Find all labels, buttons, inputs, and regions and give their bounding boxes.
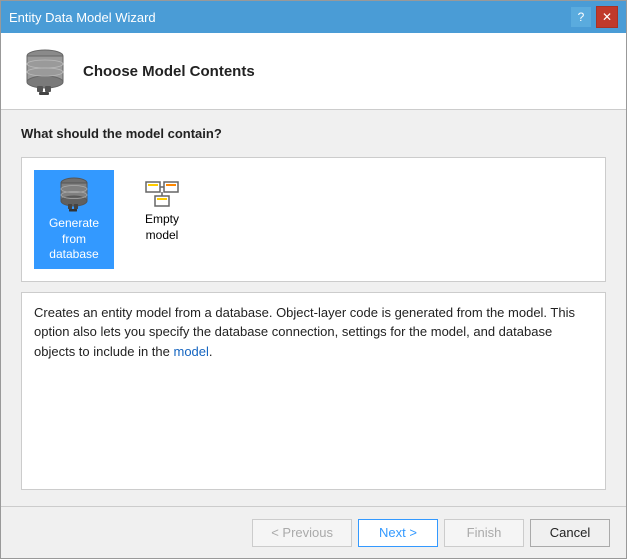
description-box: Creates an entity model from a database.…	[21, 292, 606, 490]
wizard-window: Entity Data Model Wizard ? ✕	[0, 0, 627, 559]
database-header-icon	[23, 46, 67, 96]
option-generate-from-db[interactable]: Generate from database	[34, 170, 114, 269]
empty-model-icon	[144, 176, 180, 208]
description-text: Creates an entity model from a database.…	[34, 305, 575, 359]
main-section: What should the model contain? Generate …	[1, 110, 626, 506]
title-bar: Entity Data Model Wizard ? ✕	[1, 1, 626, 33]
header-section: Choose Model Contents	[1, 33, 626, 110]
cancel-button[interactable]: Cancel	[530, 519, 610, 547]
empty-model-label: Empty model	[130, 212, 194, 243]
finish-button[interactable]: Finish	[444, 519, 524, 547]
header-icon	[21, 47, 69, 95]
previous-button[interactable]: < Previous	[252, 519, 352, 547]
header-title: Choose Model Contents	[83, 63, 255, 80]
option-empty-model[interactable]: Empty model	[122, 170, 202, 249]
generate-from-db-label: Generate from database	[42, 216, 106, 263]
generate-db-icon	[58, 176, 90, 212]
next-button[interactable]: Next >	[358, 519, 438, 547]
title-buttons: ? ✕	[570, 6, 618, 28]
help-button[interactable]: ?	[570, 6, 592, 28]
options-box: Generate from database Empty mo	[21, 157, 606, 282]
title-bar-left: Entity Data Model Wizard	[9, 10, 156, 25]
close-button[interactable]: ✕	[596, 6, 618, 28]
window-title: Entity Data Model Wizard	[9, 10, 156, 25]
section-label: What should the model contain?	[21, 126, 606, 141]
footer: < Previous Next > Finish Cancel	[1, 506, 626, 558]
